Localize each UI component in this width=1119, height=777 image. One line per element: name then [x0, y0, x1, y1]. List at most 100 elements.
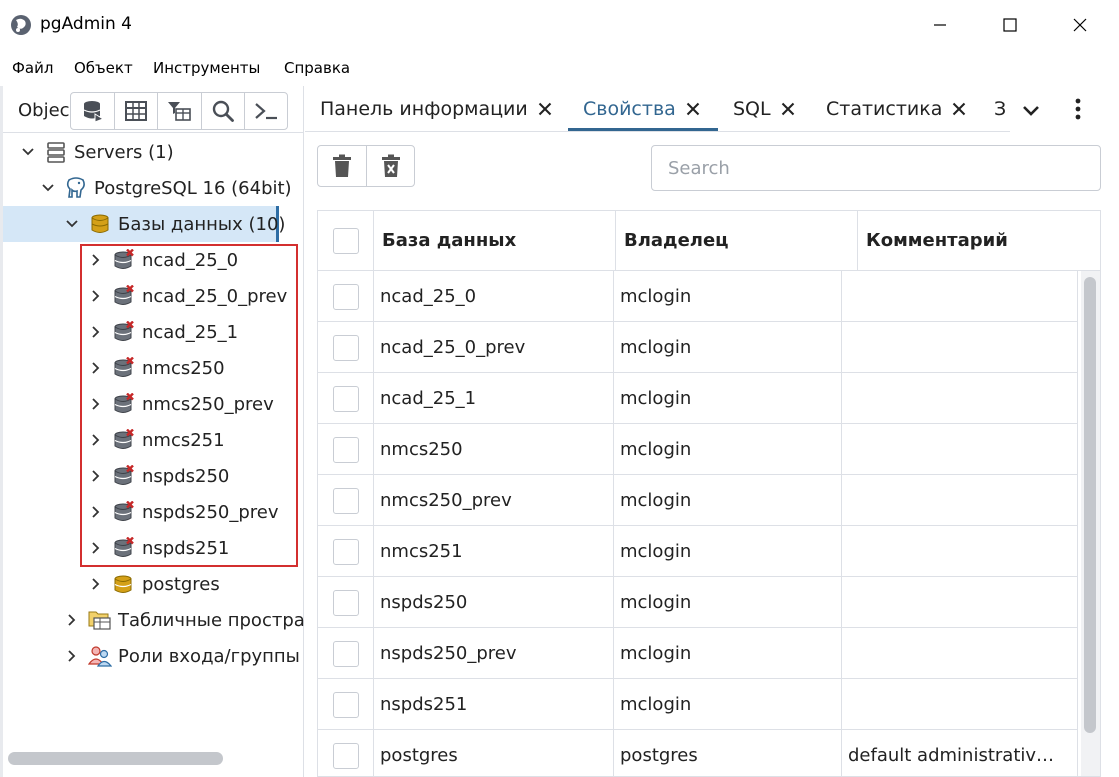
table-row[interactable]: nmcs251 mclogin	[318, 526, 1078, 577]
table-row[interactable]: postgres postgres default administrativ…	[318, 730, 1078, 776]
tabs-more-button[interactable]	[1068, 97, 1088, 125]
table-row[interactable]: nmcs250_prev mclogin	[318, 475, 1078, 526]
cell-comment	[842, 424, 1078, 475]
menu-file[interactable]: Файл	[12, 59, 53, 77]
close-window-button[interactable]	[1045, 0, 1115, 50]
cell-owner: mclogin	[614, 628, 842, 679]
delete-force-icon	[381, 154, 400, 177]
object-explorer-tab[interactable]: Object Explorer	[18, 100, 70, 121]
chevron-down-icon[interactable]	[38, 183, 58, 193]
tab-properties[interactable]: Свойства	[583, 86, 700, 132]
active-tab-indicator	[568, 128, 718, 131]
cell-database: postgres	[374, 730, 614, 776]
chevron-down-icon	[1023, 106, 1039, 116]
table-row[interactable]: ncad_25_0_prev mclogin	[318, 322, 1078, 373]
table-view-icon	[125, 101, 148, 121]
tab-statistics[interactable]: Статистика	[826, 86, 966, 132]
tab-dependencies[interactable]: З	[994, 86, 1006, 132]
row-checkbox[interactable]	[332, 385, 359, 412]
filtered-rows-button[interactable]	[157, 93, 200, 129]
table-row[interactable]: nspds251 mclogin	[318, 679, 1078, 730]
table-row[interactable]: ncad_25_1 mclogin	[318, 373, 1078, 424]
row-checkbox[interactable]	[332, 334, 359, 361]
chevron-right-icon[interactable]	[62, 649, 82, 663]
tree-node-login-roles[interactable]: Роли входа/группы	[62, 639, 300, 673]
cell-database: nspds250	[374, 577, 614, 628]
cell-owner: mclogin	[614, 475, 842, 526]
table-row[interactable]: nspds250 mclogin	[318, 577, 1078, 628]
menu-object[interactable]: Объект	[74, 59, 133, 77]
row-select-cell	[318, 373, 374, 424]
select-all-checkbox[interactable]	[332, 227, 359, 254]
tablespaces-folder-icon	[88, 608, 112, 632]
table-row[interactable]: nmcs250 mclogin	[318, 424, 1078, 475]
delete-force-button[interactable]	[366, 146, 414, 186]
cell-comment	[842, 322, 1078, 373]
roles-users-icon	[88, 644, 112, 668]
column-header-database[interactable]: База данных	[374, 211, 616, 270]
cell-comment	[842, 577, 1078, 628]
cell-owner: mclogin	[614, 679, 842, 730]
menu-tools[interactable]: Инструменты	[153, 59, 260, 77]
view-data-button[interactable]	[114, 93, 157, 129]
close-icon	[1073, 18, 1087, 32]
close-tab-icon[interactable]	[781, 102, 795, 116]
row-select-cell	[318, 628, 374, 679]
left-edge	[0, 86, 3, 777]
cell-database: ncad_25_0_prev	[374, 322, 614, 373]
row-checkbox[interactable]	[332, 640, 359, 667]
cell-database: ncad_25_0	[374, 271, 614, 322]
tree-node-tablespaces[interactable]: Табличные простра	[62, 603, 305, 637]
tab-label: З	[994, 98, 1007, 120]
menu-help[interactable]: Справка	[284, 59, 350, 77]
cell-database: nspds250_prev	[374, 628, 614, 679]
row-select-cell	[318, 577, 374, 628]
row-checkbox[interactable]	[332, 691, 359, 718]
close-tab-icon[interactable]	[952, 102, 966, 116]
psql-tool-button[interactable]	[243, 93, 287, 129]
databases-icon	[88, 212, 112, 236]
grid-header: База данных Владелец Комментарий	[318, 211, 1100, 271]
column-header-owner[interactable]: Владелец	[616, 211, 858, 270]
tree-label: PostgreSQL 16 (64bit)	[94, 177, 292, 199]
chevron-right-icon[interactable]	[62, 613, 82, 627]
tree-node-servers[interactable]: Servers (1)	[18, 135, 174, 169]
vertical-scrollbar[interactable]	[1084, 277, 1096, 733]
search-objects-button[interactable]	[200, 93, 244, 129]
delete-button[interactable]	[318, 146, 366, 186]
column-header-comment[interactable]: Комментарий	[858, 211, 1100, 270]
database-query-icon	[83, 101, 104, 123]
tab-sql[interactable]: SQL	[733, 86, 795, 132]
row-checkbox[interactable]	[332, 283, 359, 310]
search-input[interactable]	[652, 146, 1100, 190]
postgresql-elephant-icon	[64, 176, 88, 200]
select-all-cell	[318, 211, 374, 270]
chevron-down-icon[interactable]	[18, 147, 38, 157]
minimize-button[interactable]	[905, 0, 975, 50]
tabs-dropdown-button[interactable]	[1020, 100, 1042, 124]
highlight-box	[80, 244, 298, 567]
row-checkbox[interactable]	[332, 742, 359, 769]
tree-node-server[interactable]: PostgreSQL 16 (64bit)	[38, 171, 292, 205]
table-row[interactable]: nspds250_prev mclogin	[318, 628, 1078, 679]
cell-comment	[842, 271, 1078, 322]
chevron-down-icon[interactable]	[62, 219, 82, 229]
chevron-right-icon[interactable]	[86, 577, 106, 591]
tree-node-databases[interactable]: Базы данных (10)	[62, 207, 285, 241]
row-checkbox[interactable]	[332, 538, 359, 565]
row-checkbox[interactable]	[332, 589, 359, 616]
close-tab-icon[interactable]	[686, 102, 700, 116]
cell-owner: mclogin	[614, 271, 842, 322]
tree-node-database[interactable]: postgres	[86, 567, 220, 601]
close-tab-icon[interactable]	[538, 102, 552, 116]
row-checkbox[interactable]	[332, 487, 359, 514]
row-checkbox[interactable]	[332, 436, 359, 463]
query-tool-button[interactable]	[71, 93, 114, 129]
window-title: pgAdmin 4	[40, 14, 132, 34]
tab-dashboard[interactable]: Панель информации	[320, 86, 552, 132]
cell-owner: mclogin	[614, 373, 842, 424]
maximize-button[interactable]	[975, 0, 1045, 50]
table-row[interactable]: ncad_25_0 mclogin	[318, 271, 1078, 322]
row-select-cell	[318, 730, 374, 776]
horizontal-scrollbar[interactable]	[8, 752, 223, 765]
